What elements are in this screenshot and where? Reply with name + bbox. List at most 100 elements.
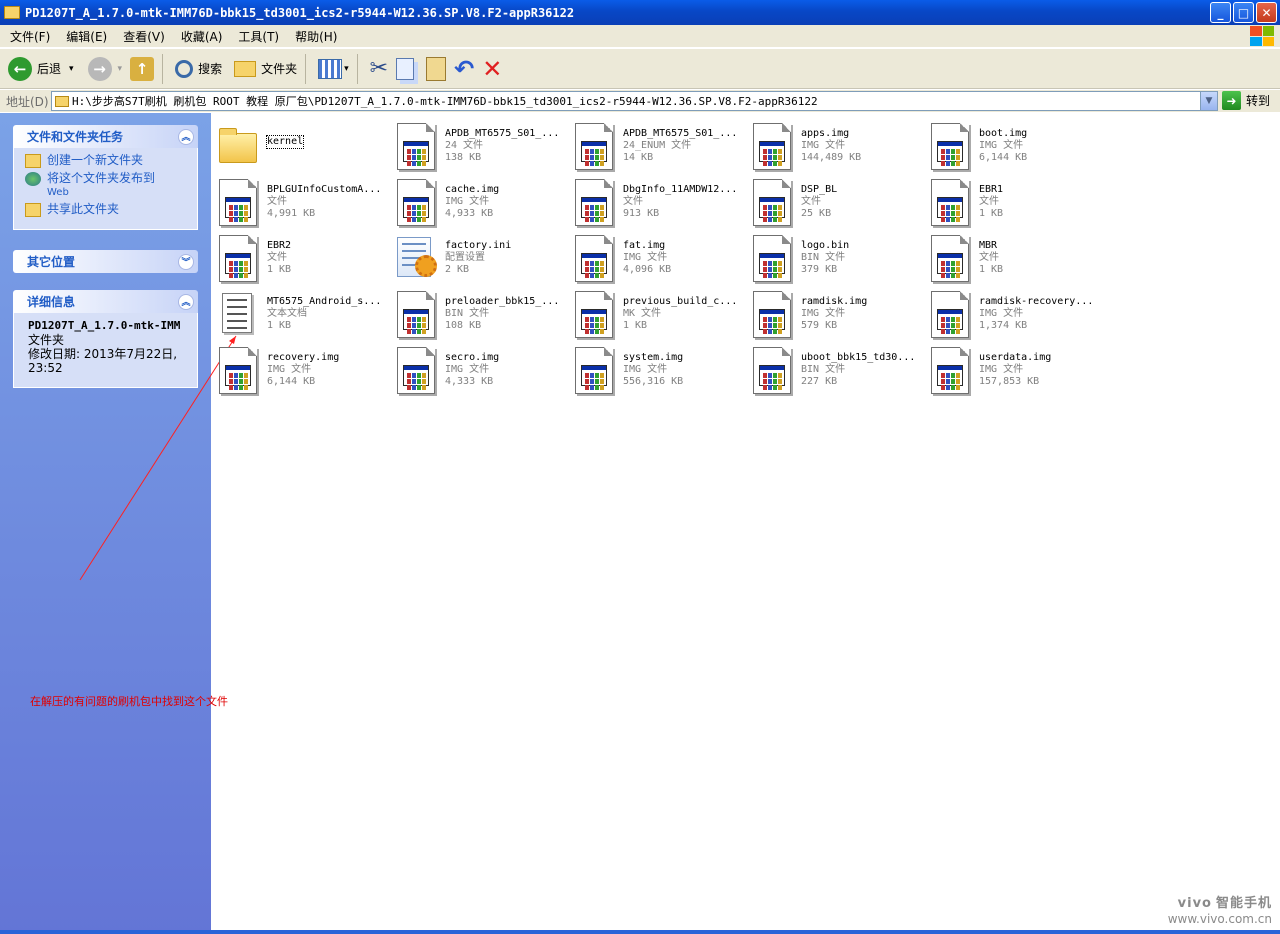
system-file-icon: [931, 235, 971, 283]
file-item[interactable]: uboot_bbk15_td30... BIN 文件 227 KB: [745, 342, 923, 398]
file-size: 913 KB: [623, 208, 660, 219]
system-file-icon: [931, 179, 971, 227]
file-item[interactable]: logo.bin BIN 文件 379 KB: [745, 230, 923, 286]
file-info: logo.bin BIN 文件 379 KB: [801, 240, 849, 276]
file-item[interactable]: userdata.img IMG 文件 157,853 KB: [923, 342, 1101, 398]
file-size: 4,096 KB: [623, 264, 672, 275]
file-item[interactable]: preloader_bbk15_... BIN 文件 108 KB: [389, 286, 567, 342]
system-file-icon: [397, 291, 437, 339]
file-type: 文本文档: [267, 308, 307, 319]
file-name: ramdisk-recovery...: [979, 296, 1094, 307]
file-type: 文件: [267, 252, 287, 263]
file-name: MBR: [979, 240, 998, 251]
file-item[interactable]: recovery.img IMG 文件 6,144 KB: [211, 342, 389, 398]
system-file-icon: [753, 179, 793, 227]
file-name: secro.img: [445, 352, 500, 363]
file-info: preloader_bbk15_... BIN 文件 108 KB: [445, 296, 559, 332]
file-name: system.img: [623, 352, 684, 363]
file-info: EBR2 文件 1 KB: [267, 240, 291, 276]
file-item[interactable]: MT6575_Android_s... 文本文档 1 KB: [211, 286, 389, 342]
file-size: 579 KB: [801, 320, 838, 331]
file-type: IMG 文件: [801, 140, 846, 151]
file-info: apps.img IMG 文件 144,489 KB: [801, 128, 861, 164]
file-name: logo.bin: [801, 240, 850, 251]
file-name: MT6575_Android_s...: [267, 296, 382, 307]
system-file-icon: [397, 347, 437, 395]
file-name: fat.img: [623, 240, 666, 251]
system-file-icon: [575, 291, 615, 339]
file-item[interactable]: fat.img IMG 文件 4,096 KB: [567, 230, 745, 286]
file-name: DbgInfo_11AMDW12...: [623, 184, 738, 195]
file-name: factory.ini: [445, 240, 512, 251]
file-view: kernel APDB_MT6575_S01_... 24 文件 138 KB APDB…: [211, 113, 1280, 934]
file-item[interactable]: DbgInfo_11AMDW12... 文件 913 KB: [567, 174, 745, 230]
system-file-icon: [753, 123, 793, 171]
file-type: 文件: [623, 196, 643, 207]
file-info: EBR1 文件 1 KB: [979, 184, 1003, 220]
watermark-brand: vivo: [1177, 896, 1212, 911]
file-item[interactable]: kernel: [211, 118, 389, 174]
file-type: BIN 文件: [801, 252, 846, 263]
file-type: MK 文件: [623, 308, 662, 319]
file-info: APDB_MT6575_S01_... 24_ENUM 文件 14 KB: [623, 128, 737, 164]
file-type: 24_ENUM 文件: [623, 140, 692, 151]
file-item[interactable]: cache.img IMG 文件 4,933 KB: [389, 174, 567, 230]
file-type: IMG 文件: [801, 308, 846, 319]
system-file-icon: [753, 347, 793, 395]
file-item[interactable]: previous_build_c... MK 文件 1 KB: [567, 286, 745, 342]
file-info: userdata.img IMG 文件 157,853 KB: [979, 352, 1051, 388]
system-file-icon: [219, 347, 259, 395]
file-item[interactable]: ramdisk-recovery... IMG 文件 1,374 KB: [923, 286, 1101, 342]
file-size: 144,489 KB: [801, 152, 862, 163]
settings-file-icon: [397, 235, 437, 283]
file-item[interactable]: EBR2 文件 1 KB: [211, 230, 389, 286]
file-item[interactable]: apps.img IMG 文件 144,489 KB: [745, 118, 923, 174]
file-info: APDB_MT6575_S01_... 24 文件 138 KB: [445, 128, 559, 164]
file-item[interactable]: MBR 文件 1 KB: [923, 230, 1101, 286]
file-size: 6,144 KB: [979, 152, 1028, 163]
file-size: 1 KB: [979, 208, 1004, 219]
file-name: APDB_MT6575_S01_...: [445, 128, 560, 139]
file-type: IMG 文件: [267, 364, 312, 375]
file-item[interactable]: APDB_MT6575_S01_... 24_ENUM 文件 14 KB: [567, 118, 745, 174]
file-info: previous_build_c... MK 文件 1 KB: [623, 296, 737, 332]
file-item[interactable]: factory.ini 配置设置 2 KB: [389, 230, 567, 286]
file-item[interactable]: ramdisk.img IMG 文件 579 KB: [745, 286, 923, 342]
file-item[interactable]: EBR1 文件 1 KB: [923, 174, 1101, 230]
file-item[interactable]: boot.img IMG 文件 6,144 KB: [923, 118, 1101, 174]
file-name: cache.img: [445, 184, 500, 195]
file-info: BPLGUInfoCustomA... 文件 4,991 KB: [267, 184, 381, 220]
file-item[interactable]: APDB_MT6575_S01_... 24 文件 138 KB: [389, 118, 567, 174]
system-file-icon: [397, 123, 437, 171]
file-type: BIN 文件: [801, 364, 846, 375]
file-item[interactable]: secro.img IMG 文件 4,333 KB: [389, 342, 567, 398]
file-type: 文件: [801, 196, 821, 207]
file-item[interactable]: BPLGUInfoCustomA... 文件 4,991 KB: [211, 174, 389, 230]
system-file-icon: [575, 123, 615, 171]
file-name: apps.img: [801, 128, 850, 139]
file-size: 138 KB: [445, 152, 482, 163]
file-name: previous_build_c...: [623, 296, 738, 307]
system-file-icon: [575, 347, 615, 395]
file-type: 文件: [267, 196, 287, 207]
file-size: 1 KB: [267, 320, 292, 331]
file-size: 4,991 KB: [267, 208, 316, 219]
system-file-icon: [219, 179, 259, 227]
file-type: 文件: [979, 196, 999, 207]
file-item[interactable]: DSP_BL 文件 25 KB: [745, 174, 923, 230]
file-type: BIN 文件: [445, 308, 490, 319]
file-size: 379 KB: [801, 264, 838, 275]
file-type: 文件: [979, 252, 999, 263]
file-info: kernel: [265, 135, 305, 149]
file-type: IMG 文件: [445, 196, 490, 207]
file-type: IMG 文件: [623, 364, 668, 375]
file-info: recovery.img IMG 文件 6,144 KB: [267, 352, 339, 388]
system-file-icon: [753, 235, 793, 283]
file-info: MBR 文件 1 KB: [979, 240, 1003, 276]
file-size: 157,853 KB: [979, 376, 1040, 387]
system-file-icon: [931, 347, 971, 395]
file-name: EBR2: [267, 240, 292, 251]
file-item[interactable]: system.img IMG 文件 556,316 KB: [567, 342, 745, 398]
watermark-url: www.vivo.com.cn: [1167, 912, 1272, 926]
file-name: boot.img: [979, 128, 1028, 139]
